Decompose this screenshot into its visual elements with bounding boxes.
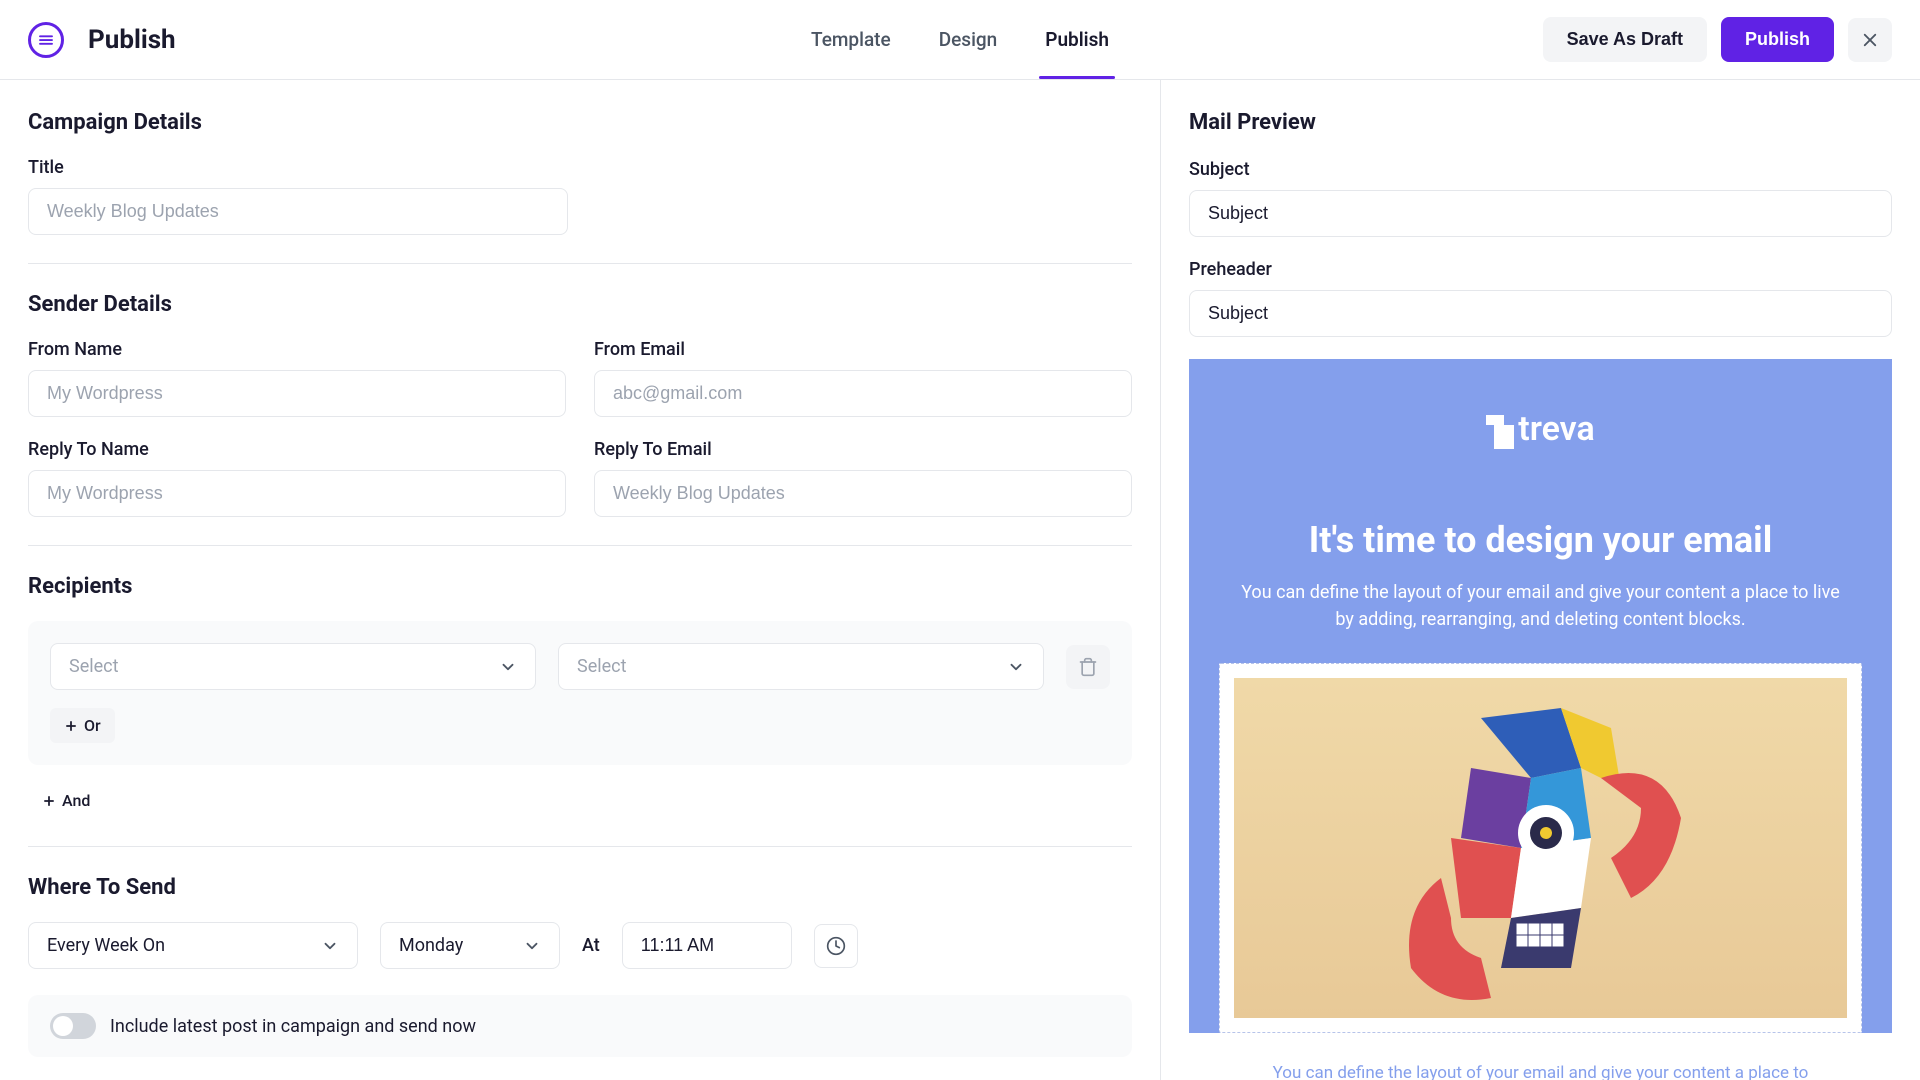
header-left: Publish — [28, 22, 176, 58]
chevron-down-icon — [321, 937, 339, 955]
select-placeholder: Select — [69, 656, 118, 677]
email-subtext: You can define the layout of your email … — [1241, 579, 1841, 633]
day-value: Monday — [399, 935, 463, 956]
plus-icon — [42, 794, 56, 808]
reply-name-input[interactable] — [28, 470, 566, 517]
sender-section: Sender Details From Name From Email Repl… — [28, 292, 1132, 546]
add-or-button[interactable]: Or — [50, 708, 115, 743]
chevron-down-icon — [499, 658, 517, 676]
reply-email-input[interactable] — [594, 470, 1132, 517]
reply-email-label: Reply To Email — [594, 439, 1132, 460]
email-footer-text: You can define the layout of your email … — [1229, 1063, 1852, 1080]
at-label: At — [582, 935, 600, 956]
select-placeholder: Select — [577, 656, 626, 677]
email-hero-image — [1234, 678, 1847, 1018]
include-post-toggle[interactable] — [50, 1013, 96, 1039]
recipients-section: Recipients Select Select — [28, 574, 1132, 847]
day-select[interactable]: Monday — [380, 922, 560, 969]
header-tabs: Template Design Publish — [805, 0, 1115, 79]
include-post-label: Include latest post in campaign and send… — [110, 1016, 476, 1037]
email-headline: It's time to design your email — [1229, 519, 1852, 561]
header-actions: Save As Draft Publish — [1543, 17, 1892, 62]
trash-icon — [1078, 657, 1098, 677]
save-draft-button[interactable]: Save As Draft — [1543, 17, 1707, 62]
recipients-select-1[interactable]: Select — [50, 643, 536, 690]
campaign-section-title: Campaign Details — [28, 110, 1132, 135]
left-panel: Campaign Details Title Sender Details Fr… — [0, 80, 1160, 1080]
page-title: Publish — [88, 25, 176, 55]
schedule-section: Where To Send Every Week On Monday At — [28, 875, 1132, 1080]
reply-name-label: Reply To Name — [28, 439, 566, 460]
publish-button[interactable]: Publish — [1721, 17, 1834, 62]
chevron-down-icon — [1007, 658, 1025, 676]
schedule-section-title: Where To Send — [28, 875, 1132, 900]
from-name-input[interactable] — [28, 370, 566, 417]
delete-recipient-button[interactable] — [1066, 645, 1110, 689]
preview-title: Mail Preview — [1189, 110, 1892, 135]
tab-template[interactable]: Template — [805, 0, 897, 79]
time-input[interactable] — [622, 922, 792, 969]
title-input[interactable] — [28, 188, 568, 235]
clock-icon — [826, 936, 846, 956]
tab-design[interactable]: Design — [933, 0, 1004, 79]
time-picker-button[interactable] — [814, 924, 858, 968]
preheader-label: Preheader — [1189, 259, 1892, 280]
plus-icon — [64, 719, 78, 733]
preheader-input[interactable] — [1189, 290, 1892, 337]
recipients-box: Select Select Or — [28, 621, 1132, 765]
from-email-input[interactable] — [594, 370, 1132, 417]
subject-input[interactable] — [1189, 190, 1892, 237]
sender-section-title: Sender Details — [28, 292, 1132, 317]
from-name-label: From Name — [28, 339, 566, 360]
title-label: Title — [28, 157, 568, 178]
email-preview-hero: treva It's time to design your email You… — [1189, 359, 1892, 1033]
email-logo: treva — [1229, 409, 1852, 449]
app-header: Publish Template Design Publish Save As … — [0, 0, 1920, 80]
or-label: Or — [84, 716, 101, 735]
email-preview-footer: You can define the layout of your email … — [1189, 1033, 1892, 1080]
email-logo-text: treva — [1518, 409, 1594, 449]
and-label: And — [62, 791, 90, 810]
email-logo-mark-icon — [1486, 415, 1514, 449]
close-icon — [1861, 31, 1879, 49]
chevron-down-icon — [523, 937, 541, 955]
abstract-face-art-icon — [1381, 678, 1701, 1018]
campaign-section: Campaign Details Title — [28, 110, 1132, 264]
email-image-frame — [1219, 663, 1862, 1033]
recipients-select-2[interactable]: Select — [558, 643, 1044, 690]
from-email-label: From Email — [594, 339, 1132, 360]
add-and-button[interactable]: And — [28, 783, 104, 818]
subject-label: Subject — [1189, 159, 1892, 180]
main: Campaign Details Title Sender Details Fr… — [0, 80, 1920, 1080]
tab-publish[interactable]: Publish — [1039, 0, 1115, 79]
recipients-section-title: Recipients — [28, 574, 1132, 599]
frequency-select[interactable]: Every Week On — [28, 922, 358, 969]
include-post-row: Include latest post in campaign and send… — [28, 995, 1132, 1057]
menu-icon — [37, 31, 55, 49]
right-panel: Mail Preview Subject Preheader treva It'… — [1160, 80, 1920, 1080]
frequency-value: Every Week On — [47, 935, 165, 956]
close-button[interactable] — [1848, 18, 1892, 62]
app-logo[interactable] — [28, 22, 64, 58]
